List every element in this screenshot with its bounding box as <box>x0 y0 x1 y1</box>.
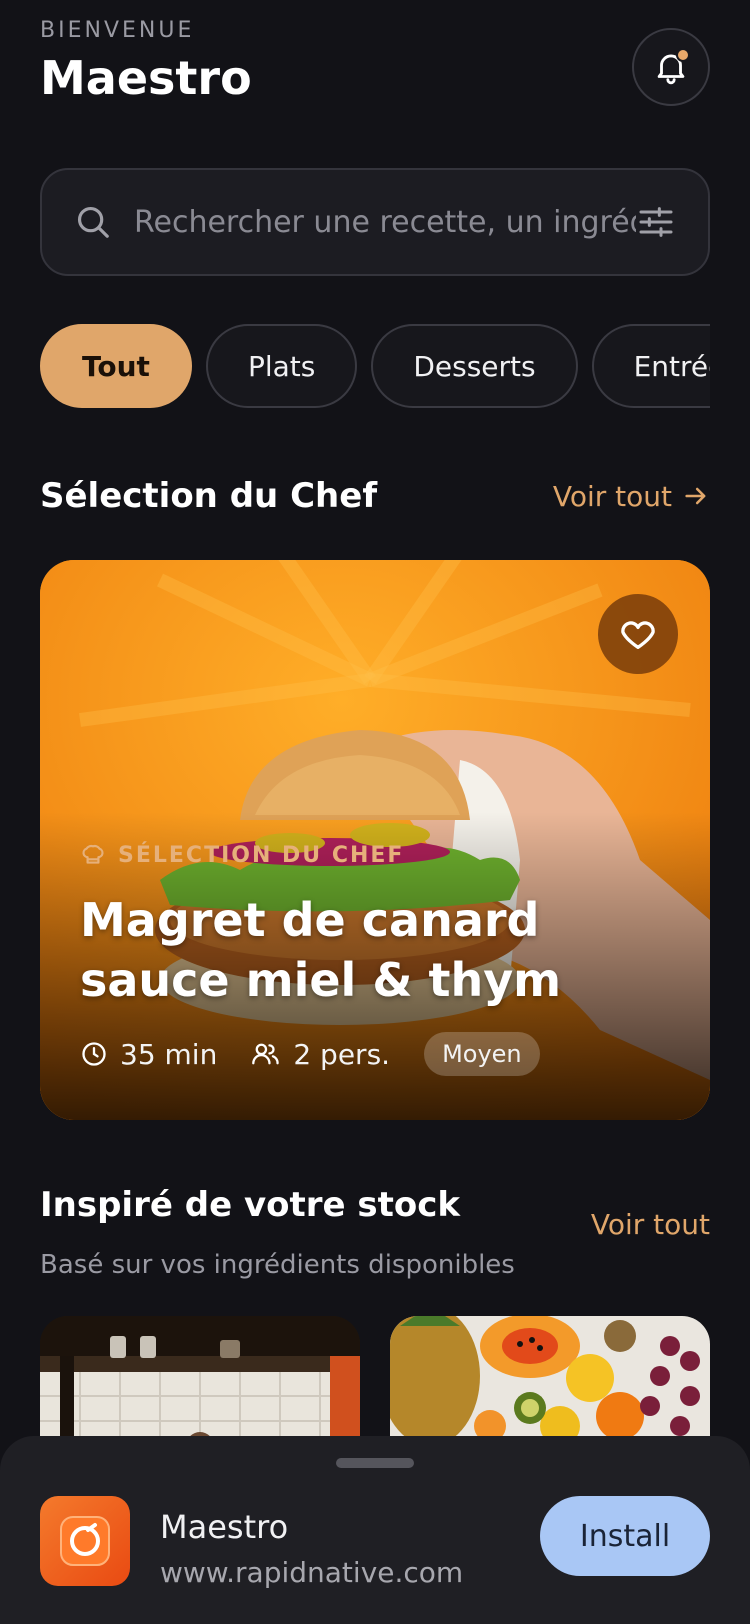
section-subtitle: Basé sur vos ingrédients disponibles <box>40 1250 515 1280</box>
chef-hat-icon <box>82 844 104 864</box>
chip-entrees[interactable]: Entrées <box>591 324 710 408</box>
featured-recipe-meta: 35 min 2 pers. Moyen <box>80 1032 540 1076</box>
banner-app-url: www.rapidnative.com <box>160 1556 464 1589</box>
chip-tout[interactable]: Tout <box>40 324 192 408</box>
arrow-right-icon <box>685 487 706 505</box>
clock-icon <box>82 1042 106 1066</box>
chip-plats[interactable]: Plats <box>205 324 358 408</box>
recipe-servings: 2 pers. <box>251 1038 390 1071</box>
see-all-link[interactable]: Voir tout <box>553 480 710 513</box>
recipe-servings-label: 2 pers. <box>293 1037 391 1071</box>
featured-tag: SÉLECTION DU CHEF <box>80 842 404 868</box>
recipe-time-label: 35 min <box>120 1037 218 1071</box>
app-logo-icon <box>40 1496 130 1586</box>
search-icon <box>77 206 109 238</box>
category-filters: ToutPlatsDessertsEntrées <box>40 324 710 408</box>
favorite-button[interactable] <box>598 594 678 674</box>
chef-section-header: Sélection du Chef Voir tout <box>40 476 710 516</box>
page-title: Maestro <box>40 51 252 105</box>
install-banner: Maestro www.rapidnative.com Install <box>0 1436 750 1624</box>
heart-icon <box>621 621 655 649</box>
banner-app-name: Maestro <box>160 1508 289 1546</box>
featured-recipe-title: Magret de canard sauce miel & thym <box>80 893 562 1007</box>
featured-tag-label: SÉLECTION DU CHEF <box>118 842 405 868</box>
chip-desserts[interactable]: Desserts <box>371 324 578 408</box>
featured-recipe-card[interactable]: SÉLECTION DU CHEF Magret de canard sauce… <box>40 560 710 1120</box>
drag-handle[interactable] <box>336 1458 414 1468</box>
see-all-label: Voir tout <box>590 1208 710 1241</box>
notification-dot <box>676 48 690 62</box>
stock-section-header: Inspiré de votre stock Voir tout <box>40 1168 710 1242</box>
see-all-label: Voir tout <box>552 479 672 513</box>
difficulty-badge: Moyen <box>424 1032 540 1076</box>
welcome-label: BIENVENUE <box>40 18 195 43</box>
search-bar[interactable] <box>40 168 710 276</box>
users-icon <box>252 1043 280 1065</box>
search-input[interactable] <box>134 204 636 240</box>
notifications-button[interactable] <box>632 28 710 106</box>
recipe-time: 35 min <box>80 1038 217 1071</box>
see-all-link[interactable]: Voir tout <box>591 1208 710 1241</box>
section-title: Inspiré de votre stock <box>40 1184 461 1225</box>
sliders-icon[interactable] <box>636 202 676 242</box>
install-button[interactable]: Install <box>540 1496 710 1576</box>
header: BIENVENUE Maestro <box>40 18 710 118</box>
section-title: Sélection du Chef <box>40 476 378 516</box>
